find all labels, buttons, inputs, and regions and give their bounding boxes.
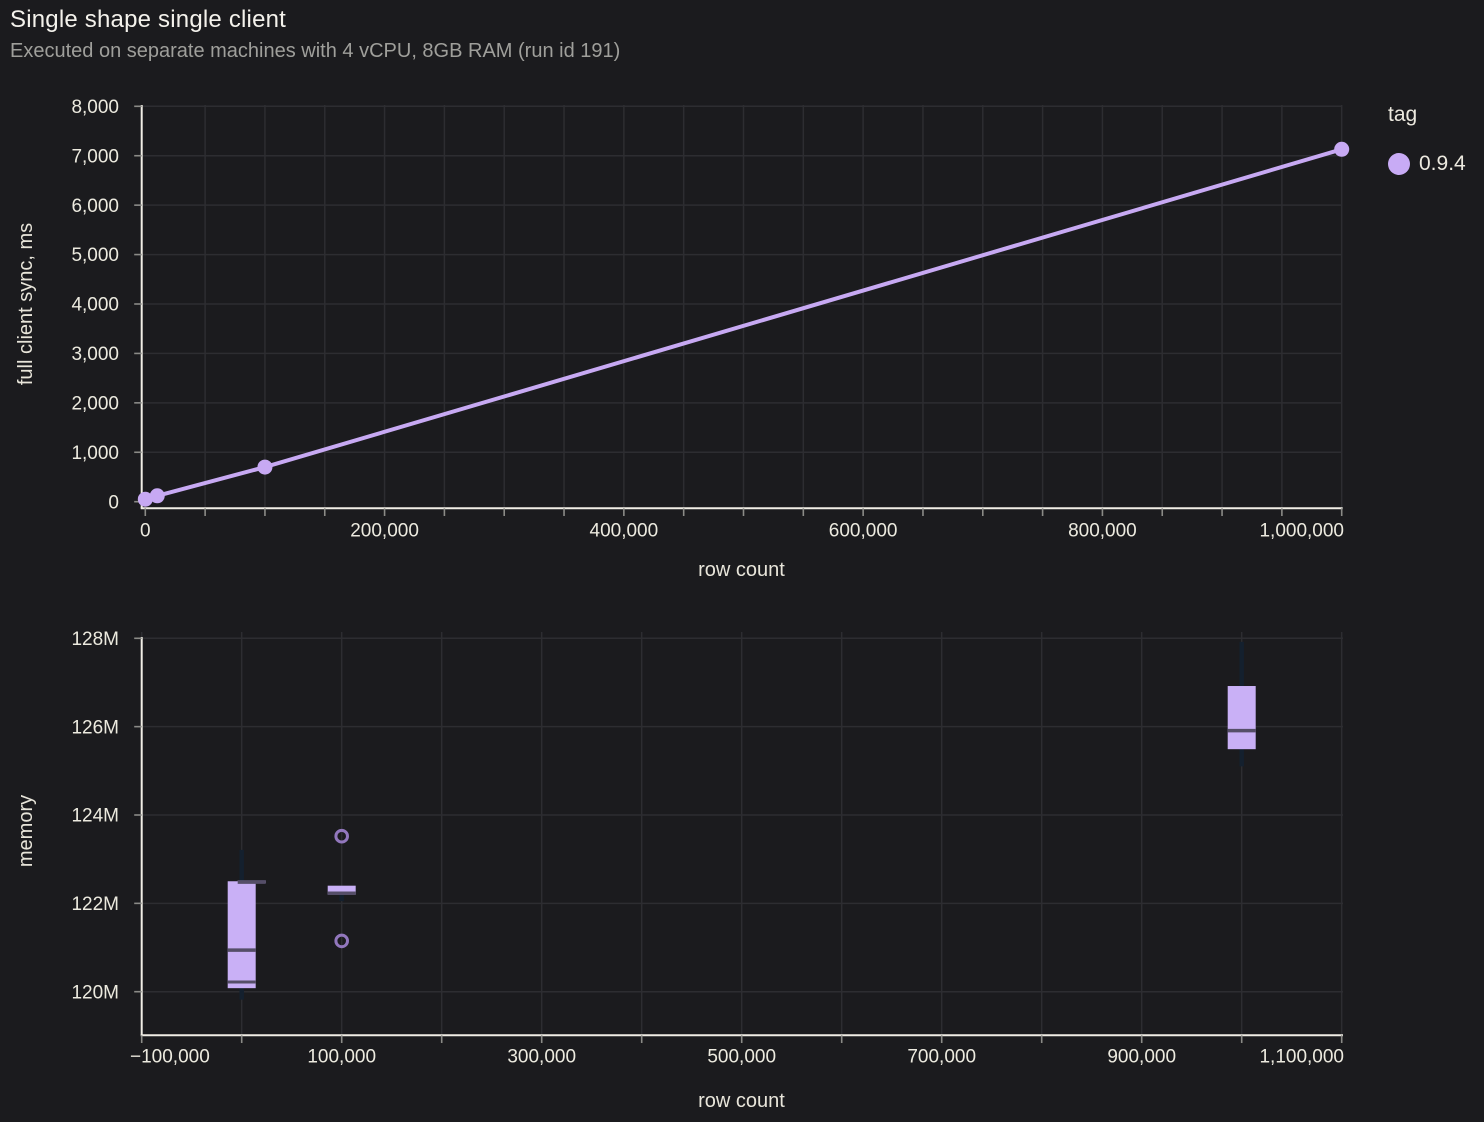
page-subtitle: Executed on separate machines with 4 vCP… [10, 38, 620, 64]
y-tick-label: 6,000 [71, 196, 119, 217]
charts-canvas: 0 200,000 400,000 600,000 800,000 1,000,000 0 1… [0, 0, 1484, 1122]
legend: tag 0.9.4 [1388, 103, 1466, 176]
y-tick-label: 1,000 [71, 443, 119, 464]
y-axis-title: full client sync, ms [15, 223, 37, 385]
x-tick-label: 300,000 [507, 1047, 576, 1068]
x-tick-label: 900,000 [1107, 1047, 1176, 1068]
chart-header: Single shape single client Executed on s… [10, 5, 620, 64]
page-title: Single shape single client [10, 5, 620, 35]
x-axis-title: row count [698, 1090, 785, 1112]
x-tick-label: 1,100,000 [1259, 1047, 1344, 1068]
data-point[interactable] [150, 488, 165, 503]
x-tick-label: 100,000 [307, 1047, 376, 1068]
y-tick-label: 4,000 [71, 295, 119, 316]
x-tick-label: 1,000,000 [1259, 521, 1344, 542]
benchmark-dashboard: Single shape single client Executed on s… [0, 0, 1484, 1122]
y-tick-label: 0 [108, 492, 119, 513]
y-tick-label: 128M [71, 629, 119, 650]
y-tick-label: 126M [71, 717, 119, 738]
y-tick-label: 124M [71, 806, 119, 827]
data-point[interactable] [257, 460, 272, 475]
x-tick-label: 600,000 [829, 521, 898, 542]
y-tick-label: 122M [71, 894, 119, 915]
x-tick-label: 500,000 [707, 1047, 776, 1068]
box[interactable] [228, 881, 256, 988]
x-tick-label: 800,000 [1068, 521, 1137, 542]
x-tick-label: −100,000 [130, 1047, 210, 1068]
y-tick-label: 120M [71, 982, 119, 1003]
legend-title: tag [1388, 103, 1466, 127]
y-tick-label: 3,000 [71, 344, 119, 365]
box[interactable] [1228, 686, 1256, 749]
x-axis-title: row count [698, 559, 785, 581]
x-tick-label: 400,000 [590, 521, 659, 542]
legend-swatch-icon [1388, 153, 1410, 175]
y-tick-label: 5,000 [71, 245, 119, 266]
y-tick-label: 2,000 [71, 394, 119, 415]
legend-item-label: 0.9.4 [1419, 152, 1466, 176]
y-tick-label: 7,000 [71, 146, 119, 167]
data-point[interactable] [1334, 142, 1349, 157]
y-axis-title: memory [15, 795, 37, 867]
x-tick-label: 200,000 [350, 521, 419, 542]
legend-item-0-9-4[interactable]: 0.9.4 [1388, 152, 1466, 176]
x-tick-label: 700,000 [907, 1047, 976, 1068]
y-tick-label: 8,000 [71, 97, 119, 118]
x-tick-label: 0 [140, 521, 151, 542]
